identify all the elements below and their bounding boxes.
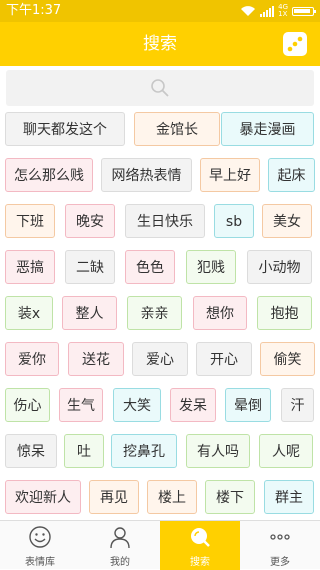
signal-icon <box>260 5 275 17</box>
tag-button[interactable]: 暴走漫画 <box>221 112 314 146</box>
battery-icon <box>292 6 316 16</box>
tag-button[interactable]: 怎么那么贱 <box>5 158 93 192</box>
tag-button[interactable]: 起床 <box>268 158 315 192</box>
tab-label: 更多 <box>270 557 290 568</box>
tab-label: 搜索 <box>190 557 210 568</box>
tag-row: 爱你 送花 爱心 开心 偷笑 <box>0 342 320 378</box>
tag-button[interactable]: 生气 <box>59 388 103 422</box>
tag-button[interactable]: 早上好 <box>200 158 260 192</box>
tag-row: 欢迎新人 再见 楼上 楼下 群主 <box>0 480 320 516</box>
tag-button[interactable]: 惊呆 <box>5 434 57 468</box>
search-input[interactable] <box>6 70 314 106</box>
search-icon <box>151 79 169 97</box>
status-bar: 下午1:37 4G 1X <box>0 0 320 22</box>
tag-button[interactable]: 挖鼻孔 <box>111 434 177 468</box>
tag-button[interactable]: 晕倒 <box>225 388 271 422</box>
tag-button[interactable]: 爱你 <box>5 342 59 376</box>
tab-label: 我的 <box>110 557 130 568</box>
bottom-tab-bar: 表情库 我的 搜索 更多 <box>0 520 320 570</box>
dice-icon[interactable] <box>282 31 308 57</box>
tag-button[interactable]: 亲亲 <box>127 296 182 330</box>
tag-row: 怎么那么贱 网络热表情 早上好 起床 <box>0 158 320 194</box>
tag-button[interactable]: 人呢 <box>259 434 313 468</box>
tag-button[interactable]: 想你 <box>193 296 247 330</box>
status-icons: 4G 1X <box>240 0 316 22</box>
tag-row: 恶搞 二缺 色色 犯贱 小动物 <box>0 250 320 286</box>
tag-button[interactable]: 开心 <box>196 342 252 376</box>
tag-button[interactable]: 群主 <box>264 480 314 514</box>
tab-search[interactable]: 搜索 <box>160 521 240 570</box>
status-time: 下午1:37 <box>6 3 62 18</box>
tag-button[interactable]: 生日快乐 <box>125 204 205 238</box>
search-icon <box>191 528 210 547</box>
tag-button[interactable]: 网络热表情 <box>101 158 192 192</box>
tag-button[interactable]: 聊天都发这个 <box>5 112 125 146</box>
tag-button[interactable]: 偷笑 <box>260 342 315 376</box>
tag-button[interactable]: 整人 <box>62 296 117 330</box>
tag-button[interactable]: 伤心 <box>5 388 50 422</box>
tag-button[interactable]: 晚安 <box>65 204 115 238</box>
network-bottom: 1X <box>278 10 288 18</box>
tag-button[interactable]: 送花 <box>68 342 124 376</box>
network-type: 4G 1X <box>278 4 288 18</box>
tag-button[interactable]: 金馆长 <box>134 112 220 146</box>
tag-button[interactable]: 再见 <box>89 480 139 514</box>
tag-button[interactable]: 有人吗 <box>186 434 250 468</box>
tag-button[interactable]: 汗 <box>281 388 314 422</box>
wifi-icon <box>241 6 256 16</box>
tag-row: 装x 整人 亲亲 想你 抱抱 <box>0 296 320 332</box>
tag-button[interactable]: 小动物 <box>247 250 312 284</box>
tag-button[interactable]: 楼上 <box>147 480 197 514</box>
tag-button[interactable]: 欢迎新人 <box>5 480 81 514</box>
tag-row: 惊呆吐挖鼻孔 有人吗 人呢 <box>0 434 320 470</box>
tab-emoticon-library[interactable]: 表情库 <box>0 521 80 570</box>
person-icon <box>110 527 130 549</box>
tag-button[interactable]: 下班 <box>5 204 55 238</box>
tab-label: 表情库 <box>25 557 55 568</box>
page-title: 搜索 <box>143 34 177 54</box>
tag-row: 聊天都发这个 金馆长 暴走漫画 <box>0 112 320 148</box>
tag-row: 下班 晚安 生日快乐 sb 美女 <box>0 204 320 240</box>
tag-button[interactable]: 爱心 <box>132 342 188 376</box>
tag-button[interactable]: 发呆 <box>170 388 216 422</box>
tag-button[interactable]: sb <box>214 204 254 238</box>
tag-button[interactable]: 二缺 <box>65 250 115 284</box>
tag-button[interactable]: 装x <box>5 296 53 330</box>
tag-button[interactable]: 色色 <box>125 250 175 284</box>
more-dots-icon <box>270 534 290 540</box>
tag-button[interactable]: 吐 <box>64 434 104 468</box>
tag-button[interactable]: 楼下 <box>205 480 255 514</box>
tag-button[interactable]: 美女 <box>262 204 312 238</box>
tag-button[interactable]: 大笑 <box>113 388 161 422</box>
tag-button[interactable]: 犯贱 <box>186 250 236 284</box>
tag-button[interactable]: 抱抱 <box>257 296 312 330</box>
tag-button[interactable]: 恶搞 <box>5 250 55 284</box>
app-header: 搜索 <box>0 22 320 66</box>
tab-mine[interactable]: 我的 <box>80 521 160 570</box>
tab-more[interactable]: 更多 <box>240 521 320 570</box>
smiley-icon <box>29 526 51 548</box>
tag-row: 伤心 生气 大笑 发呆 晕倒汗 <box>0 388 320 424</box>
